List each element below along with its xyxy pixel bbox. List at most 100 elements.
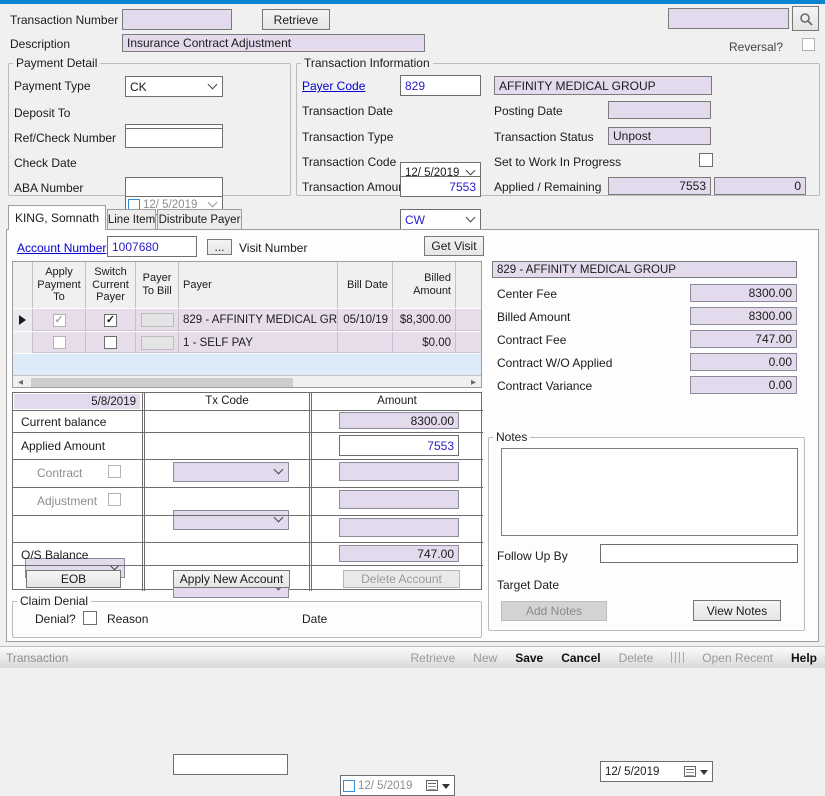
chevron-down-icon bbox=[466, 212, 476, 222]
transaction-number-input[interactable] bbox=[122, 9, 232, 30]
calendar-icon bbox=[426, 780, 438, 794]
table-row[interactable]: 1 - SELF PAY $0.00 bbox=[13, 332, 481, 353]
col-header-switch-current[interactable]: Switch Current Payer bbox=[86, 262, 136, 308]
transaction-status-label: Transaction Status bbox=[494, 130, 594, 144]
billed-amount-cell[interactable]: $8,300.00 bbox=[393, 309, 456, 331]
horizontal-scrollbar[interactable]: ◂ ▸ bbox=[13, 375, 481, 388]
col-header-bill-date[interactable]: Bill Date bbox=[338, 262, 393, 308]
denial-checkbox[interactable] bbox=[83, 611, 97, 625]
col-header-payer[interactable]: Payer bbox=[179, 262, 338, 308]
retrieve-button[interactable]: Retrieve bbox=[262, 9, 330, 30]
reversal-label: Reversal? bbox=[729, 40, 783, 54]
contract-checkbox[interactable] bbox=[108, 465, 121, 478]
table-row[interactable]: 829 - AFFINITY MEDICAL GRO 05/10/19 $8,3… bbox=[13, 309, 481, 331]
denial-reason-select[interactable] bbox=[173, 754, 288, 775]
applied-amount-label: Applied Amount bbox=[21, 439, 105, 453]
transaction-status-field: Unpost bbox=[608, 127, 711, 145]
switch-current-payer-checkbox[interactable] bbox=[104, 336, 117, 349]
ellipsis-button[interactable]: ... bbox=[207, 239, 232, 255]
transaction-amount-input[interactable]: 7553 bbox=[400, 176, 481, 197]
wip-checkbox[interactable] bbox=[699, 153, 713, 167]
col-header-apply-payment[interactable]: Apply Payment To bbox=[33, 262, 86, 308]
eob-button[interactable]: EOB bbox=[26, 570, 121, 588]
status-cancel[interactable]: Cancel bbox=[561, 651, 600, 665]
denial-label: Denial? bbox=[35, 612, 76, 626]
status-help[interactable]: Help bbox=[791, 651, 817, 665]
search-input[interactable] bbox=[668, 8, 789, 29]
tab-king-somnath[interactable]: KING, Somnath bbox=[8, 205, 106, 230]
status-delete[interactable]: Delete bbox=[619, 651, 654, 665]
status-retrieve[interactable]: Retrieve bbox=[410, 651, 455, 665]
tab-distribute-payer[interactable]: Distribute Payer bbox=[157, 209, 242, 230]
status-new[interactable]: New bbox=[473, 651, 497, 665]
delete-account-button[interactable]: Delete Account bbox=[343, 570, 460, 588]
ref-check-number-label: Ref/Check Number bbox=[14, 131, 116, 145]
aba-number-input[interactable] bbox=[125, 177, 223, 197]
amount-header: Amount bbox=[312, 395, 482, 407]
description-label: Description bbox=[10, 37, 70, 51]
scrollbar-thumb[interactable] bbox=[31, 378, 293, 387]
payer-code-input[interactable]: 829 bbox=[400, 75, 481, 96]
payer-cell[interactable]: 1 - SELF PAY bbox=[179, 332, 338, 353]
billed-amount-field: 8300.00 bbox=[690, 307, 797, 325]
scroll-right-icon[interactable]: ▸ bbox=[466, 377, 481, 388]
payer-grid: Apply Payment To Switch Current Payer Pa… bbox=[12, 261, 482, 388]
transaction-info-title: Transaction Information bbox=[301, 56, 433, 70]
current-row-arrow-icon bbox=[19, 315, 26, 325]
apply-payment-checkbox[interactable] bbox=[53, 336, 66, 349]
row-selector[interactable] bbox=[13, 332, 33, 353]
follow-up-by-input[interactable] bbox=[600, 544, 798, 563]
payer-to-bill-cell[interactable] bbox=[141, 336, 174, 350]
col-header-billed-amount[interactable]: Billed Amount bbox=[393, 262, 456, 308]
adjustment-label: Adjustment bbox=[37, 494, 97, 508]
status-open-recent[interactable]: Open Recent bbox=[702, 651, 773, 665]
switch-current-payer-checkbox[interactable] bbox=[104, 314, 117, 327]
contract-txcode-select[interactable] bbox=[173, 462, 289, 482]
check-date-label: Check Date bbox=[14, 156, 77, 170]
chevron-down-icon bbox=[208, 198, 218, 208]
search-button[interactable] bbox=[792, 6, 819, 31]
applied-field: 7553 bbox=[608, 177, 711, 195]
target-date-picker[interactable]: 12/ 5/2019 bbox=[600, 761, 713, 782]
denial-date-checkbox[interactable] bbox=[343, 780, 355, 792]
applied-amount-input[interactable]: 7553 bbox=[339, 435, 459, 456]
account-number-link[interactable]: Account Number bbox=[17, 241, 106, 255]
wip-label: Set to Work In Progress bbox=[494, 155, 621, 169]
denial-date-picker[interactable]: 12/ 5/2019 bbox=[340, 775, 455, 796]
os-balance-field: 747.00 bbox=[339, 545, 459, 562]
bill-date-cell[interactable]: 05/10/19 bbox=[338, 309, 393, 331]
contract-variance-field: 0.00 bbox=[690, 376, 797, 394]
follow-up-by-label: Follow Up By bbox=[497, 549, 568, 563]
transaction-type-select[interactable]: CW bbox=[400, 209, 481, 230]
scroll-left-icon[interactable]: ◂ bbox=[13, 377, 28, 388]
transaction-date-label: Transaction Date bbox=[302, 104, 393, 118]
notes-textarea[interactable] bbox=[501, 448, 798, 536]
add-notes-button[interactable]: Add Notes bbox=[501, 601, 607, 621]
view-notes-button[interactable]: View Notes bbox=[693, 600, 781, 621]
payer-to-bill-cell[interactable] bbox=[141, 313, 174, 327]
status-save[interactable]: Save bbox=[515, 651, 543, 665]
get-visit-button[interactable]: Get Visit bbox=[424, 236, 484, 256]
dropdown-arrow-icon bbox=[700, 770, 708, 775]
tab-line-item[interactable]: Line Item bbox=[107, 209, 156, 230]
target-date-label: Target Date bbox=[497, 578, 559, 592]
payment-type-select[interactable]: CK bbox=[125, 76, 223, 97]
os-balance-label: O/S Balance bbox=[21, 548, 88, 562]
apply-payment-checkbox[interactable] bbox=[53, 314, 66, 327]
adjustment-txcode-select[interactable] bbox=[173, 510, 289, 530]
ref-check-number-input[interactable] bbox=[125, 128, 223, 148]
contract-variance-label: Contract Variance bbox=[497, 379, 592, 393]
payer-code-link[interactable]: Payer Code bbox=[302, 79, 365, 93]
billed-amount-cell[interactable]: $0.00 bbox=[393, 332, 456, 353]
apply-new-account-button[interactable]: Apply New Account bbox=[173, 570, 290, 588]
notes-title: Notes bbox=[493, 430, 530, 444]
col-header-payer-to-bill[interactable]: Payer To Bill bbox=[136, 262, 179, 308]
status-left-label: Transaction bbox=[6, 651, 68, 665]
bill-date-cell[interactable] bbox=[338, 332, 393, 353]
account-number-input[interactable]: 1007680 bbox=[107, 236, 197, 257]
row-selector[interactable] bbox=[13, 309, 33, 331]
payer-cell[interactable]: 829 - AFFINITY MEDICAL GRO bbox=[179, 309, 338, 331]
contract-wo-applied-field: 0.00 bbox=[690, 353, 797, 371]
adjustment-checkbox[interactable] bbox=[108, 493, 121, 506]
reversal-checkbox[interactable] bbox=[802, 38, 815, 51]
